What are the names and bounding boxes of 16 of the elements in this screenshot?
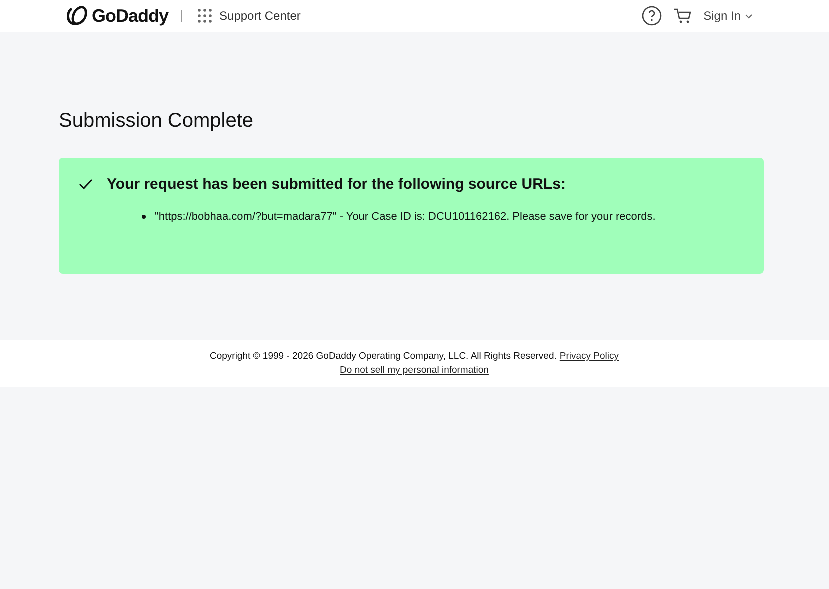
alert-item: "https://bobhaa.com/?but=madara77" - Your Case ID is: DCU101162162. Please save for your records. (155, 211, 656, 223)
alert-heading: Your request has been submitted for the following source URLs: (107, 176, 566, 193)
help-icon[interactable] (642, 6, 662, 26)
checkmark-icon (79, 179, 93, 190)
bullet-icon (142, 215, 146, 219)
brand-name[interactable]: GoDaddy (92, 6, 169, 26)
section-title[interactable]: Support Center (220, 9, 301, 23)
page-title: Submission Complete (59, 110, 255, 133)
logo-icon (66, 6, 88, 26)
do-not-sell-link[interactable]: Do not sell my personal information (340, 365, 489, 376)
privacy-policy-link[interactable]: Privacy Policy (560, 351, 620, 362)
apps-grid-icon[interactable] (198, 9, 212, 23)
caret-icon (745, 14, 753, 18)
sign-in-button[interactable]: Sign In (704, 9, 753, 23)
cart-icon[interactable] (674, 8, 692, 24)
copyright-text: Copyright © 1999 - 2026 GoDaddy Operating Company, LLC. All Rights Reserved. (210, 351, 557, 362)
